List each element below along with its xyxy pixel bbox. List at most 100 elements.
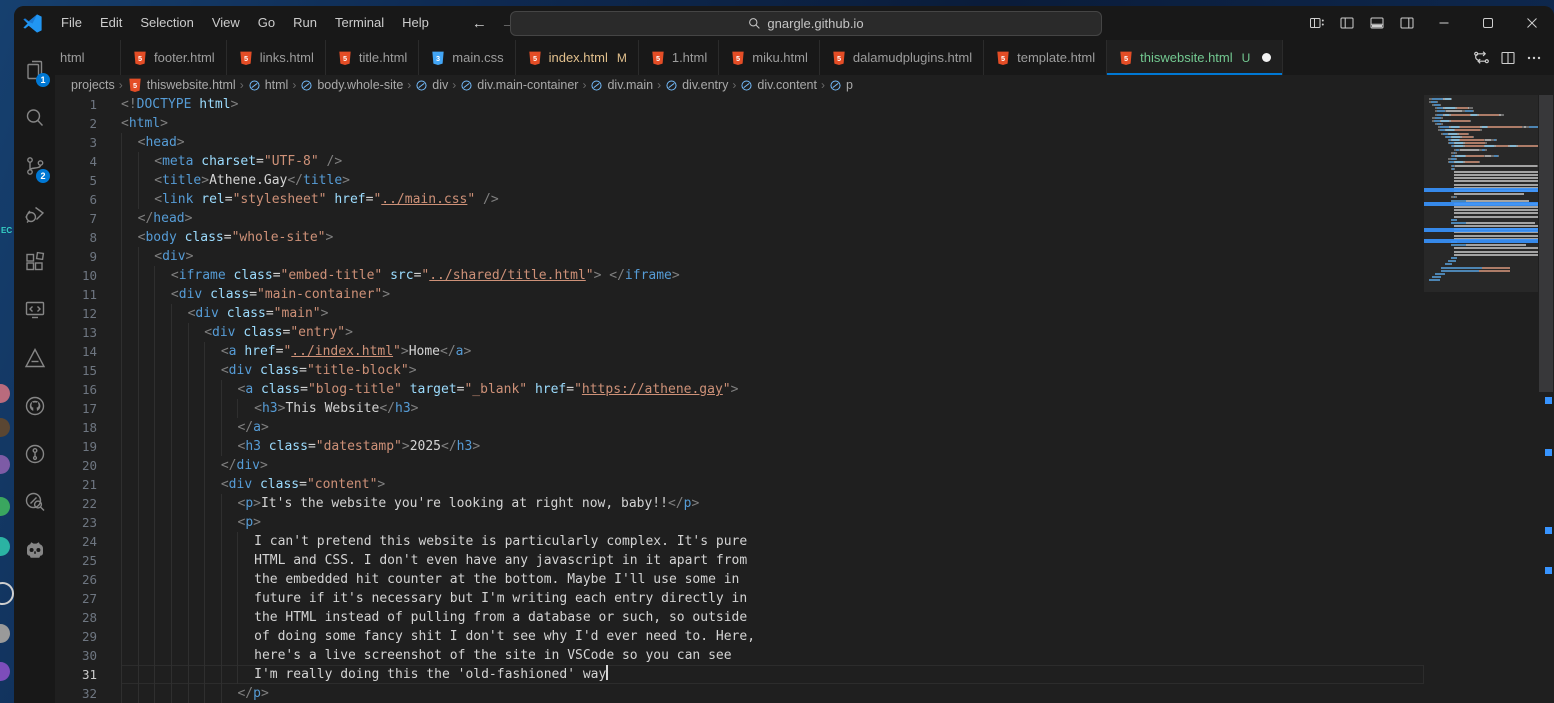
line-number[interactable]: 11 — [55, 285, 97, 304]
breadcrumb-item-div.main[interactable]: div.main — [590, 78, 653, 92]
activity-gitlens-inspect[interactable] — [14, 478, 55, 526]
activity-explorer[interactable]: 1 — [14, 46, 55, 94]
customize-layout-button[interactable] — [1302, 6, 1332, 40]
minimap[interactable] — [1424, 95, 1538, 703]
minimize-button[interactable] — [1422, 6, 1466, 40]
line-number[interactable]: 10 — [55, 266, 97, 285]
line-number[interactable]: 32 — [55, 684, 97, 703]
activity-run-and-debug[interactable] — [14, 190, 55, 238]
tab-main.css[interactable]: 3main.css — [419, 40, 515, 75]
go-back-icon[interactable]: ← — [472, 15, 487, 32]
line-number[interactable]: 24 — [55, 532, 97, 551]
split-editor-icon[interactable] — [1500, 50, 1516, 66]
menu-terminal[interactable]: Terminal — [326, 6, 393, 40]
activity-remote-explorer[interactable] — [14, 286, 55, 334]
activity-godot[interactable] — [14, 526, 55, 574]
line-number[interactable]: 30 — [55, 646, 97, 665]
activity-a-logo[interactable] — [14, 334, 55, 382]
line-number[interactable]: 14 — [55, 342, 97, 361]
line-number[interactable]: 13 — [55, 323, 97, 342]
breadcrumb-item-html[interactable]: html — [248, 78, 289, 92]
line-number[interactable]: 23 — [55, 513, 97, 532]
toggle-sidebar-left-button[interactable] — [1332, 6, 1362, 40]
svg-text:5: 5 — [343, 54, 347, 63]
svg-text:3: 3 — [436, 54, 440, 63]
dirty-indicator-icon[interactable] — [1262, 53, 1271, 62]
indent-guide — [121, 665, 138, 684]
activity-source-control[interactable]: 2 — [14, 142, 55, 190]
menu-file[interactable]: File — [52, 6, 91, 40]
code-line: 19<h3 class="datestamp">2025</h3> — [55, 437, 1424, 456]
command-center-search[interactable]: gnargle.github.io — [510, 11, 1102, 36]
line-number[interactable]: 5 — [55, 171, 97, 190]
breadcrumb-item-div.main-container[interactable]: div.main-container — [460, 78, 578, 92]
breadcrumb-item-p[interactable]: p — [829, 78, 853, 92]
line-number[interactable]: 3 — [55, 133, 97, 152]
line-number[interactable]: 22 — [55, 494, 97, 513]
line-number[interactable]: 21 — [55, 475, 97, 494]
line-number[interactable]: 2 — [55, 114, 97, 133]
more-actions-icon[interactable] — [1526, 50, 1542, 66]
line-number[interactable]: 15 — [55, 361, 97, 380]
tab-miku.html[interactable]: 5miku.html — [719, 40, 820, 75]
line-number[interactable]: 20 — [55, 456, 97, 475]
tab-index.html[interactable]: 5index.htmlM — [516, 40, 639, 75]
breadcrumb-item-div.entry[interactable]: div.entry — [665, 78, 728, 92]
line-number[interactable]: 26 — [55, 570, 97, 589]
token — [261, 439, 269, 454]
line-number[interactable]: 7 — [55, 209, 97, 228]
vertical-scrollbar[interactable] — [1538, 95, 1554, 703]
activity-github[interactable] — [14, 382, 55, 430]
tab-template.html[interactable]: 5template.html — [984, 40, 1107, 75]
tab-footer.html[interactable]: 5footer.html — [121, 40, 227, 75]
breadcrumb-item-thiswebsite.html[interactable]: 5thiswebsite.html — [127, 77, 236, 93]
line-number[interactable]: 9 — [55, 247, 97, 266]
breadcrumb-item-projects[interactable]: projects — [71, 78, 115, 92]
activity-gitlens[interactable] — [14, 430, 55, 478]
line-number[interactable]: 19 — [55, 437, 97, 456]
breadcrumb-item-div.content[interactable]: div.content — [740, 78, 817, 92]
tab-html[interactable]: html — [55, 40, 121, 75]
line-number[interactable]: 31 — [55, 665, 97, 684]
line-number[interactable]: 28 — [55, 608, 97, 627]
breadcrumb-item-div[interactable]: div — [415, 78, 448, 92]
menu-help[interactable]: Help — [393, 6, 438, 40]
toggle-panel-button[interactable] — [1362, 6, 1392, 40]
breadcrumb-label: html — [265, 78, 289, 92]
line-number[interactable]: 12 — [55, 304, 97, 323]
html-file-icon: 5 — [730, 50, 746, 66]
menu-edit[interactable]: Edit — [91, 6, 131, 40]
indent-guide — [138, 532, 155, 551]
scrollbar-thumb[interactable] — [1539, 95, 1553, 392]
tab-thiswebsite.html[interactable]: 5thiswebsite.htmlU — [1107, 40, 1283, 75]
menu-go[interactable]: Go — [249, 6, 284, 40]
toggle-sidebar-right-button[interactable] — [1392, 6, 1422, 40]
line-number[interactable]: 18 — [55, 418, 97, 437]
line-number[interactable]: 6 — [55, 190, 97, 209]
activity-extensions[interactable] — [14, 238, 55, 286]
open-changes-icon[interactable] — [1473, 49, 1490, 66]
menu-selection[interactable]: Selection — [131, 6, 202, 40]
line-number[interactable]: 27 — [55, 589, 97, 608]
close-button[interactable] — [1510, 6, 1554, 40]
line-number[interactable]: 25 — [55, 551, 97, 570]
tab-title.html[interactable]: 5title.html — [326, 40, 419, 75]
line-number[interactable]: 1 — [55, 95, 97, 114]
code-editor[interactable]: 1<!DOCTYPE html>2<html>3<head>4<meta cha… — [55, 95, 1424, 703]
tab-1.html[interactable]: 51.html — [639, 40, 719, 75]
tab-links.html[interactable]: 5links.html — [227, 40, 326, 75]
menu-run[interactable]: Run — [284, 6, 326, 40]
indent-guide — [221, 380, 238, 399]
line-number[interactable]: 16 — [55, 380, 97, 399]
indent-guide — [188, 361, 205, 380]
line-number[interactable]: 17 — [55, 399, 97, 418]
activity-search[interactable] — [14, 94, 55, 142]
tab-dalamudplugins.html[interactable]: 5dalamudplugins.html — [820, 40, 984, 75]
breadcrumb-item-body.whole-site[interactable]: body.whole-site — [300, 78, 403, 92]
line-number[interactable]: 4 — [55, 152, 97, 171]
menu-view[interactable]: View — [203, 6, 249, 40]
line-number[interactable]: 29 — [55, 627, 97, 646]
indent-guide — [154, 437, 171, 456]
line-number[interactable]: 8 — [55, 228, 97, 247]
maximize-button[interactable] — [1466, 6, 1510, 40]
